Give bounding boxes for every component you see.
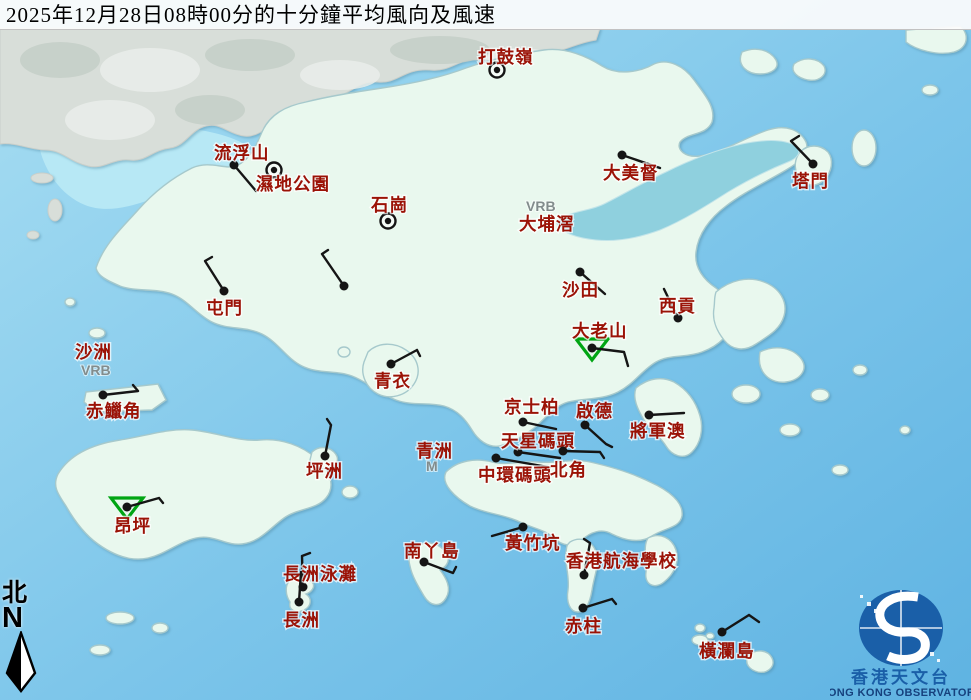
station-dot-icon	[519, 418, 528, 427]
station-dot-icon	[340, 282, 349, 291]
station-dot-icon	[580, 571, 589, 580]
calm-wind-icon-center	[385, 218, 391, 224]
station-label: 赤柱	[565, 616, 602, 636]
station-label: 長洲	[283, 610, 320, 630]
lung-kwu-chau-island	[65, 298, 75, 306]
station-dot-icon	[559, 447, 568, 456]
wind-map-screen: 打鼓嶺流浮山濕地公園石崗大美督塔門大埔滘VRB沙田西貢大老山屯門沙洲VRB赤鱲角…	[0, 0, 971, 700]
station-label: 長洲泳灘	[283, 564, 357, 584]
station-dot-icon	[123, 503, 132, 512]
station-label: 青衣	[374, 371, 411, 391]
sha-chau-island	[89, 328, 105, 338]
station-label: 大老山	[572, 321, 628, 341]
station-dot-icon	[492, 454, 501, 463]
jin-island	[811, 389, 829, 401]
waglan-islet-2	[706, 633, 714, 639]
ne-island-4	[852, 130, 876, 166]
station-label: 黃竹坑	[504, 533, 561, 553]
station-sha-chau[interactable]: 沙洲VRB	[75, 342, 112, 378]
station-dot-icon	[588, 344, 597, 353]
map-title: 2025年12月28日08時00分的十分鐘平均風向及風速	[0, 0, 971, 30]
north-letter-label: N	[2, 606, 42, 631]
station-dot-icon	[295, 598, 304, 607]
station-status-label: VRB	[81, 362, 111, 378]
station-label: 打鼓嶺	[478, 47, 534, 67]
basalt-island	[853, 365, 867, 375]
station-dot-icon	[581, 421, 590, 430]
station-label: 西貢	[659, 296, 696, 316]
station-label: 流浮山	[214, 143, 270, 163]
hko-english-name: HONG KONG OBSERVATORY	[830, 687, 971, 699]
bluff-island	[832, 465, 848, 475]
hko-logo-icon: 香港天文台 HONG KONG OBSERVATORY	[830, 575, 971, 700]
station-label: 中環碼頭	[478, 465, 552, 485]
calm-wind-icon-center	[494, 67, 500, 73]
hei-ling-chau-island	[342, 486, 358, 498]
soko-island-2	[152, 623, 168, 633]
station-label: 大美督	[603, 163, 659, 183]
station-label: 沙田	[562, 280, 599, 300]
soko-island-1	[106, 612, 134, 624]
station-label: 赤鱲角	[86, 401, 142, 421]
calm-wind-icon-center	[271, 167, 277, 173]
station-dot-icon	[519, 523, 528, 532]
hong-kong-wind-map: 打鼓嶺流浮山濕地公園石崗大美督塔門大埔滘VRB沙田西貢大老山屯門沙洲VRB赤鱲角…	[0, 0, 971, 700]
station-dot-icon	[809, 160, 818, 169]
station-label: 將軍澳	[630, 421, 686, 441]
station-label: 南丫島	[404, 541, 460, 561]
station-label: 坪洲	[306, 461, 343, 481]
kau-sai-chau-island	[732, 385, 760, 403]
station-dot-icon	[220, 287, 229, 296]
town-island	[780, 424, 800, 436]
station-label: 石崗	[370, 195, 408, 215]
ma-wan-island	[338, 347, 350, 357]
ninepin-island	[900, 426, 910, 434]
station-dot-icon	[718, 628, 727, 637]
station-dot-icon	[579, 604, 588, 613]
soko-island-3	[90, 645, 110, 655]
station-dot-icon	[321, 452, 330, 461]
hko-logo: 香港天文台 HONG KONG OBSERVATORY	[830, 575, 971, 700]
station-dot-icon	[576, 268, 585, 277]
station-label: 屯門	[206, 298, 243, 318]
station-label: 沙洲	[75, 342, 112, 362]
north-indicator: 北 N	[2, 581, 42, 698]
station-dot-icon	[645, 411, 654, 420]
station-label: 香港航海學校	[566, 551, 677, 571]
waglan-islet-1	[695, 624, 705, 632]
station-status-label: VRB	[526, 198, 556, 214]
station-status-label: M	[426, 458, 438, 474]
ne-island-5	[922, 85, 938, 95]
station-label: 橫瀾島	[699, 641, 755, 661]
station-dot-icon	[387, 360, 396, 369]
station-label: 大埔滘	[519, 214, 575, 234]
station-dot-icon	[99, 391, 108, 400]
station-label: 濕地公園	[256, 174, 330, 194]
compass-needle-icon	[2, 631, 40, 693]
station-label: 京士柏	[504, 397, 560, 417]
hko-chinese-name: 香港天文台	[851, 667, 951, 687]
station-label: 北角	[550, 460, 587, 480]
station-label: 昂坪	[114, 516, 151, 536]
station-label: 塔門	[792, 171, 829, 191]
station-label: 啟德	[576, 401, 613, 421]
station-dot-icon	[618, 151, 627, 160]
